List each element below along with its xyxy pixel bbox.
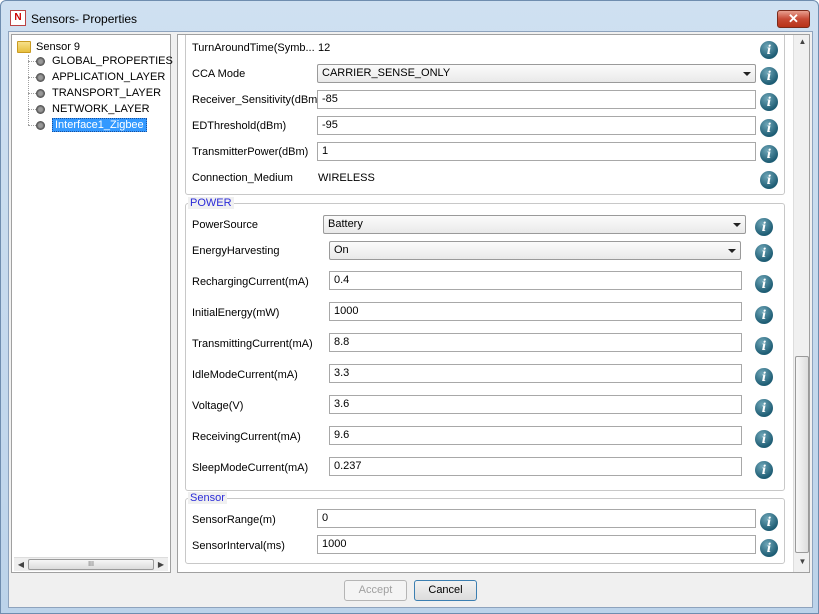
tree-root-label: Sensor 9 bbox=[36, 41, 81, 53]
properties-window: N Sensors- Properties ✕ Sensor 9 GLOBAL_… bbox=[0, 0, 819, 614]
info-icon[interactable]: i bbox=[755, 306, 773, 324]
folder-icon bbox=[17, 41, 31, 53]
turnaround-time-value: 12 bbox=[318, 42, 331, 54]
window-title: Sensors- Properties bbox=[31, 12, 138, 26]
gear-icon bbox=[36, 88, 45, 98]
recharging-current-field[interactable]: 0.4 bbox=[329, 271, 742, 290]
tree-item-label: GLOBAL_PROPERTIES bbox=[52, 55, 173, 67]
tree-item-transport-layer[interactable]: TRANSPORT_LAYER bbox=[36, 85, 161, 101]
sensor-group: Sensor bbox=[185, 492, 785, 564]
scroll-left-icon[interactable]: ◀ bbox=[15, 559, 27, 571]
cca-mode-label: CCA Mode bbox=[192, 68, 246, 80]
voltage-label: Voltage(V) bbox=[192, 400, 244, 412]
tree-connector bbox=[28, 55, 29, 125]
info-icon[interactable]: i bbox=[755, 368, 773, 386]
transmitter-power-label: TransmitterPower(dBm) bbox=[192, 146, 309, 158]
receiver-sensitivity-field[interactable]: -85 bbox=[317, 90, 756, 109]
info-icon[interactable]: i bbox=[755, 430, 773, 448]
idle-mode-current-field[interactable]: 3.3 bbox=[329, 364, 742, 383]
transmitting-current-label: TransmittingCurrent(mA) bbox=[192, 338, 313, 350]
idle-mode-current-label: IdleModeCurrent(mA) bbox=[192, 369, 298, 381]
receiving-current-field[interactable]: 9.6 bbox=[329, 426, 742, 445]
scroll-thumb[interactable]: III bbox=[28, 559, 154, 570]
ed-threshold-field[interactable]: -95 bbox=[317, 116, 756, 135]
info-icon[interactable]: i bbox=[760, 513, 778, 531]
sleep-mode-current-label: SleepModeCurrent(mA) bbox=[192, 462, 309, 474]
info-icon[interactable]: i bbox=[755, 275, 773, 293]
tree-item-label: NETWORK_LAYER bbox=[52, 103, 150, 115]
tree-panel: Sensor 9 GLOBAL_PROPERTIES APPLICATION_L… bbox=[11, 34, 173, 573]
chevron-down-icon bbox=[733, 223, 741, 227]
close-button[interactable]: ✕ bbox=[777, 10, 810, 28]
energy-harvesting-dropdown[interactable]: On bbox=[329, 241, 741, 260]
properties-panel: TurnAroundTime(Symb... 12 i CCA Mode CAR… bbox=[177, 34, 810, 573]
power-source-dropdown[interactable]: Battery bbox=[323, 215, 746, 234]
initial-energy-field[interactable]: 1000 bbox=[329, 302, 742, 321]
tree-item-label: Interface1_Zigbee bbox=[52, 118, 147, 132]
scroll-up-icon[interactable]: ▲ bbox=[797, 37, 808, 49]
dialog-body: Sensor 9 GLOBAL_PROPERTIES APPLICATION_L… bbox=[8, 31, 813, 608]
info-icon[interactable]: i bbox=[755, 399, 773, 417]
power-group-title: POWER bbox=[188, 197, 234, 209]
info-icon[interactable]: i bbox=[755, 337, 773, 355]
info-icon[interactable]: i bbox=[760, 539, 778, 557]
gear-icon bbox=[36, 120, 45, 130]
info-icon[interactable]: i bbox=[755, 218, 773, 236]
transmitter-power-field[interactable]: 1 bbox=[317, 142, 756, 161]
sensor-group-title: Sensor bbox=[188, 492, 227, 504]
receiving-current-label: ReceivingCurrent(mA) bbox=[192, 431, 301, 443]
gear-icon bbox=[36, 56, 45, 66]
chevron-down-icon bbox=[728, 249, 736, 253]
connection-medium-label: Connection_Medium bbox=[192, 172, 293, 184]
power-source-value: Battery bbox=[328, 218, 363, 230]
tree-item-global-properties[interactable]: GLOBAL_PROPERTIES bbox=[36, 53, 173, 69]
transmitting-current-field[interactable]: 8.8 bbox=[329, 333, 742, 352]
interface-group bbox=[185, 35, 785, 195]
recharging-current-label: RechargingCurrent(mA) bbox=[192, 276, 309, 288]
chevron-down-icon bbox=[743, 72, 751, 76]
scroll-down-icon[interactable]: ▼ bbox=[797, 557, 808, 569]
initial-energy-label: InitialEnergy(mW) bbox=[192, 307, 280, 319]
info-icon[interactable]: i bbox=[760, 41, 778, 59]
info-icon[interactable]: i bbox=[760, 93, 778, 111]
connection-medium-value: WIRELESS bbox=[318, 172, 375, 184]
receiver-sensitivity-label: Receiver_Sensitivity(dBm) bbox=[192, 94, 321, 106]
sensor-range-label: SensorRange(m) bbox=[192, 514, 276, 526]
scroll-thumb[interactable] bbox=[795, 356, 809, 553]
accept-button[interactable]: Accept bbox=[344, 580, 407, 601]
cca-mode-dropdown[interactable]: CARRIER_SENSE_ONLY bbox=[317, 64, 756, 83]
tree-item-label: APPLICATION_LAYER bbox=[52, 71, 166, 83]
tree-item-network-layer[interactable]: NETWORK_LAYER bbox=[36, 101, 150, 117]
voltage-field[interactable]: 3.6 bbox=[329, 395, 742, 414]
tree-horizontal-scrollbar[interactable]: ◀ III ▶ bbox=[14, 557, 168, 571]
tree-item-label: TRANSPORT_LAYER bbox=[52, 87, 162, 99]
ed-threshold-label: EDThreshold(dBm) bbox=[192, 120, 287, 132]
tree-item-application-layer[interactable]: APPLICATION_LAYER bbox=[36, 69, 165, 85]
scroll-right-icon[interactable]: ▶ bbox=[155, 559, 167, 571]
gear-icon bbox=[36, 104, 45, 114]
info-icon[interactable]: i bbox=[760, 145, 778, 163]
sensor-range-field[interactable]: 0 bbox=[317, 509, 756, 528]
energy-harvesting-label: EnergyHarvesting bbox=[192, 245, 280, 257]
turnaround-time-label: TurnAroundTime(Symb... bbox=[192, 42, 315, 54]
info-icon[interactable]: i bbox=[760, 67, 778, 85]
title-bar: N Sensors- Properties ✕ bbox=[1, 1, 818, 31]
info-icon[interactable]: i bbox=[755, 244, 773, 262]
info-icon[interactable]: i bbox=[755, 461, 773, 479]
sleep-mode-current-field[interactable]: 0.237 bbox=[329, 457, 742, 476]
tree-item-interface1-zigbee[interactable]: Interface1_Zigbee bbox=[36, 117, 147, 133]
cca-mode-value: CARRIER_SENSE_ONLY bbox=[322, 67, 451, 79]
info-icon[interactable]: i bbox=[760, 119, 778, 137]
app-icon: N bbox=[10, 10, 26, 26]
power-source-label: PowerSource bbox=[192, 219, 259, 231]
gear-icon bbox=[36, 72, 45, 82]
cancel-button[interactable]: Cancel bbox=[414, 580, 477, 601]
energy-harvesting-value: On bbox=[334, 244, 349, 256]
sensor-interval-label: SensorInterval(ms) bbox=[192, 540, 285, 552]
sensor-interval-field[interactable]: 1000 bbox=[317, 535, 756, 554]
info-icon[interactable]: i bbox=[760, 171, 778, 189]
properties-vertical-scrollbar[interactable]: ▲ ▼ bbox=[793, 35, 809, 572]
